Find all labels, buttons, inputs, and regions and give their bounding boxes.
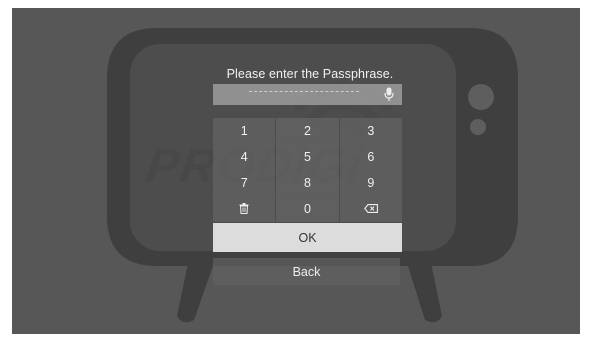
backspace-key[interactable] (339, 196, 402, 222)
tv-knob-top (468, 84, 494, 110)
trash-icon (239, 203, 249, 214)
key-0[interactable]: 0 (276, 196, 339, 222)
key-4[interactable]: 4 (213, 144, 276, 170)
tv-leg-right (407, 263, 442, 323)
key-2[interactable]: 2 (276, 118, 339, 144)
microphone-icon[interactable] (384, 87, 394, 102)
key-9[interactable]: 9 (339, 170, 402, 196)
screen: PRODiGi Please enter the Passphrase. 1 2… (12, 8, 580, 334)
key-8[interactable]: 8 (276, 170, 339, 196)
key-6[interactable]: 6 (339, 144, 402, 170)
back-button[interactable]: Back (213, 258, 400, 285)
passphrase-input[interactable] (213, 84, 402, 105)
backspace-icon (363, 204, 378, 213)
key-1[interactable]: 1 (213, 118, 276, 144)
key-7[interactable]: 7 (213, 170, 276, 196)
tv-leg-left (177, 263, 214, 323)
passphrase-prompt: Please enter the Passphrase. (226, 67, 394, 81)
numeric-keypad: 1 2 3 4 5 6 7 8 9 0 (213, 118, 402, 222)
tv-knob-bottom (470, 119, 486, 135)
key-3[interactable]: 3 (339, 118, 402, 144)
ok-button[interactable]: OK (213, 223, 402, 252)
clear-all-key[interactable] (213, 196, 276, 222)
key-5[interactable]: 5 (276, 144, 339, 170)
passphrase-placeholder-dashes (249, 91, 359, 93)
